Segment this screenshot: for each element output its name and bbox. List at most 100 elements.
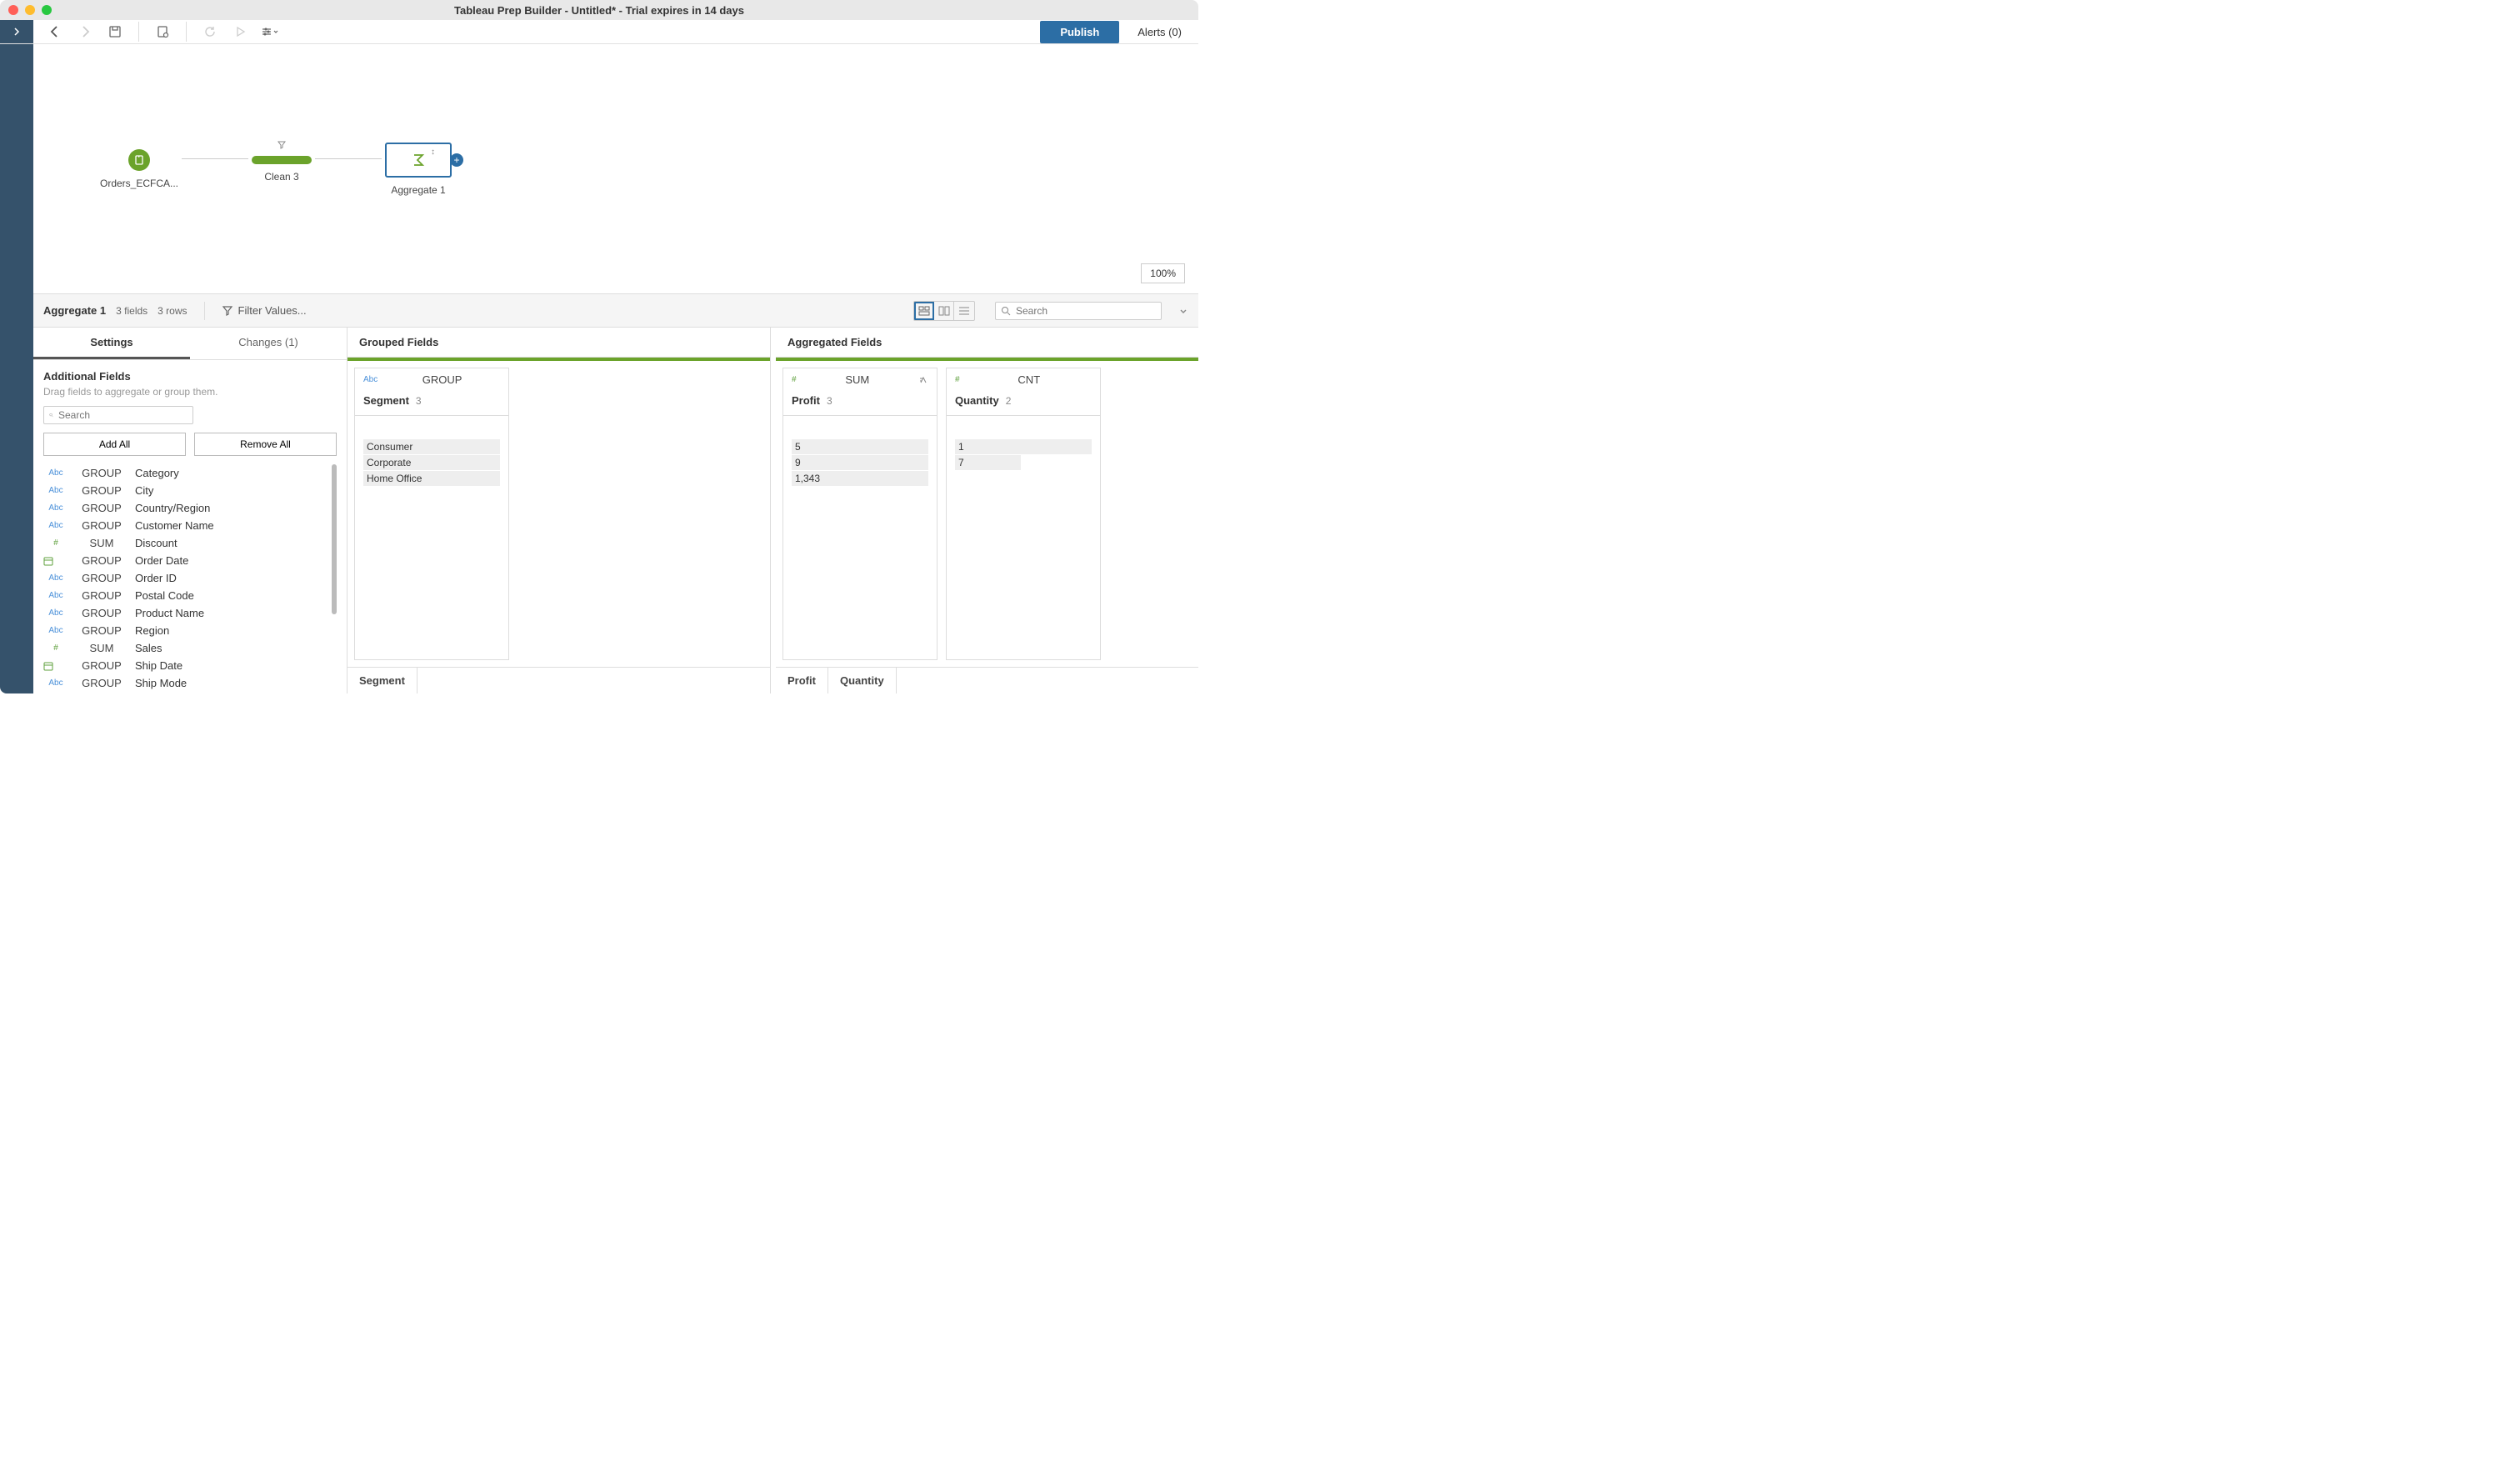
- type-icon: Abc: [43, 503, 68, 513]
- value-row[interactable]: Consumer: [363, 439, 500, 454]
- publish-button[interactable]: Publish: [1040, 21, 1119, 43]
- filter-icon: [222, 305, 233, 317]
- footer-tab[interactable]: Profit: [776, 668, 828, 693]
- add-step-button[interactable]: +: [450, 153, 463, 167]
- additional-field-row[interactable]: #SUMSales: [43, 639, 337, 657]
- flow-connector: [182, 158, 248, 159]
- grouped-fields-header: Grouped Fields: [348, 328, 770, 358]
- additional-fields-title: Additional Fields: [43, 370, 337, 383]
- field-name: Segment: [363, 394, 409, 407]
- field-name: Country/Region: [135, 502, 337, 514]
- additional-search-box[interactable]: [43, 406, 193, 424]
- additional-field-row[interactable]: AbcGROUPOrder ID: [43, 569, 337, 587]
- type-icon: Abc: [43, 678, 68, 688]
- histogram-bar[interactable]: 1: [955, 439, 1092, 454]
- type-icon: Abc: [363, 375, 378, 384]
- value-row[interactable]: Home Office: [363, 471, 500, 486]
- minimize-window-button[interactable]: [25, 5, 35, 15]
- histogram-bar[interactable]: 5: [792, 439, 928, 454]
- field-name: Quantity: [955, 394, 999, 407]
- aggregation-label: SUM: [68, 537, 135, 549]
- aggregation-label: GROUP: [68, 554, 135, 567]
- footer-tab[interactable]: Segment: [348, 668, 418, 693]
- scrollbar[interactable]: [332, 464, 337, 614]
- list-view-button[interactable]: [954, 302, 974, 320]
- grouped-field-card[interactable]: Abc GROUP Segment 3 ConsumerCorporateHom…: [354, 368, 509, 660]
- profile-view-button[interactable]: [914, 302, 934, 320]
- settings-dropdown[interactable]: [258, 20, 282, 43]
- value-row[interactable]: Corporate: [363, 455, 500, 470]
- refresh-button[interactable]: [198, 20, 222, 43]
- collapse-panel-button[interactable]: [1178, 306, 1188, 316]
- additional-field-row[interactable]: AbcGROUPCustomer Name: [43, 517, 337, 534]
- field-name: Profit: [792, 394, 820, 407]
- sort-icon[interactable]: [918, 375, 928, 385]
- additional-field-row[interactable]: GROUPShip Date: [43, 657, 337, 674]
- rows-count: 3 rows: [158, 305, 187, 317]
- expand-sidebar-button[interactable]: [0, 20, 33, 43]
- histogram-bar[interactable]: 1,343: [792, 471, 928, 486]
- additional-search-input[interactable]: [58, 409, 188, 421]
- remove-all-button[interactable]: Remove All: [194, 433, 337, 456]
- grid-view-button[interactable]: [934, 302, 954, 320]
- additional-field-row[interactable]: GROUPOrder Date: [43, 552, 337, 569]
- forward-button[interactable]: [73, 20, 97, 43]
- toolbar-separator: [138, 22, 139, 42]
- histogram: 591,343: [783, 416, 937, 659]
- additional-field-row[interactable]: AbcGROUPCategory: [43, 464, 337, 482]
- aggregation-label: GROUP: [68, 502, 135, 514]
- aggregated-field-card[interactable]: #CNTQuantity217: [946, 368, 1101, 660]
- separator: [204, 302, 205, 320]
- sort-badge-icon: ↕: [431, 148, 435, 157]
- additional-field-row[interactable]: AbcGROUPShip Mode: [43, 674, 337, 692]
- datasource-icon: [128, 149, 150, 171]
- distinct-count: 3: [827, 395, 832, 407]
- bar-label: 7: [955, 455, 964, 470]
- filter-values-button[interactable]: Filter Values...: [222, 304, 307, 317]
- flow-node-clean[interactable]: Clean 3: [252, 156, 312, 183]
- additional-field-row[interactable]: AbcGROUPPostal Code: [43, 587, 337, 604]
- field-name: Ship Date: [135, 659, 337, 672]
- search-box[interactable]: [995, 302, 1162, 320]
- value-list: ConsumerCorporateHome Office: [355, 416, 508, 659]
- run-flow-button[interactable]: [228, 20, 252, 43]
- clean-step-icon: [252, 156, 312, 164]
- bar-label: 1,343: [792, 471, 820, 486]
- filter-icon: [278, 141, 286, 149]
- additional-field-row[interactable]: AbcGROUPState/Province: [43, 692, 337, 693]
- flow-canvas[interactable]: Orders_ECFCA... Clean 3: [33, 44, 1198, 294]
- flow-node-aggregate[interactable]: ↕ + Aggregate 1: [385, 143, 452, 196]
- maximize-window-button[interactable]: [42, 5, 52, 15]
- additional-field-row[interactable]: AbcGROUPProduct Name: [43, 604, 337, 622]
- alerts-button[interactable]: Alerts (0): [1138, 26, 1182, 38]
- aggregation-label: GROUP: [68, 624, 135, 637]
- back-button[interactable]: [43, 20, 67, 43]
- search-input[interactable]: [1016, 305, 1156, 317]
- type-icon: [43, 661, 68, 671]
- histogram-bar[interactable]: 9: [792, 455, 928, 470]
- type-icon: Abc: [43, 486, 68, 495]
- type-icon: Abc: [43, 608, 68, 618]
- close-window-button[interactable]: [8, 5, 18, 15]
- additional-field-row[interactable]: AbcGROUPRegion: [43, 622, 337, 639]
- footer-tab[interactable]: Quantity: [828, 668, 897, 693]
- additional-field-row[interactable]: AbcGROUPCity: [43, 482, 337, 499]
- additional-field-row[interactable]: #SUMDiscount: [43, 534, 337, 552]
- additional-field-row[interactable]: AbcGROUPCountry/Region: [43, 499, 337, 517]
- type-icon: Abc: [43, 573, 68, 583]
- type-icon: #: [43, 643, 68, 653]
- save-button[interactable]: [103, 20, 127, 43]
- type-icon: Abc: [43, 626, 68, 635]
- histogram-bar[interactable]: 7: [955, 455, 1092, 470]
- connections-button[interactable]: [151, 20, 174, 43]
- type-icon: #: [43, 538, 68, 548]
- flow-node-input[interactable]: Orders_ECFCA...: [100, 149, 178, 189]
- aggregation-label: GROUP: [68, 659, 135, 672]
- aggregation-label: GROUP: [68, 677, 135, 689]
- tab-settings[interactable]: Settings: [33, 328, 190, 359]
- zoom-level[interactable]: 100%: [1141, 263, 1185, 283]
- type-icon: Abc: [43, 591, 68, 600]
- aggregated-field-card[interactable]: #SUMProfit3591,343: [782, 368, 938, 660]
- add-all-button[interactable]: Add All: [43, 433, 186, 456]
- tab-changes[interactable]: Changes (1): [190, 328, 347, 359]
